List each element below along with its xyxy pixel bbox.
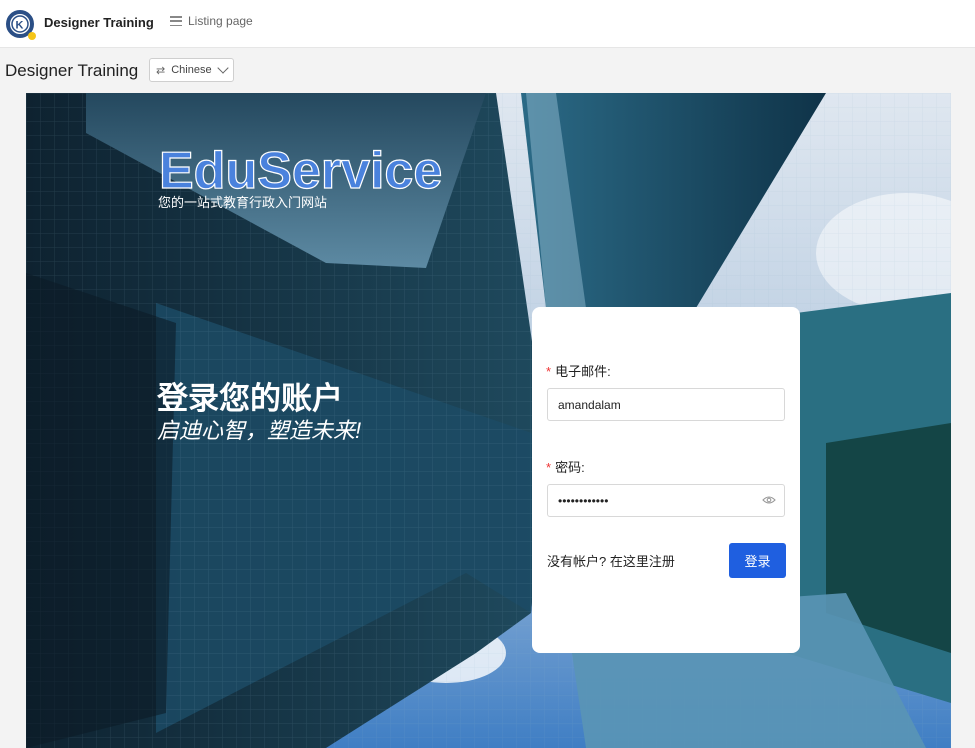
register-link[interactable]: 没有帐户? 在这里注册 [547,551,675,570]
listing-page-label: Listing page [188,14,253,28]
language-value: Chinese [171,64,212,76]
page-title: Designer Training [5,61,139,80]
listing-page-link[interactable]: Listing page [170,14,253,28]
required-marker: * [546,364,552,379]
language-selector[interactable]: ⇄ Chinese [149,58,234,82]
brand-name[interactable]: Designer Training [44,15,154,30]
swap-icon: ⇄ [156,64,166,77]
hero-background: EduService 您的一站式教育行政入门网站 登录您的账户 启迪心智，塑造未… [26,93,951,748]
hero-tagline: 您的一站式教育行政入门网站 [158,195,328,210]
email-field[interactable]: amandalam [547,388,785,421]
login-button[interactable]: 登录 [729,543,786,578]
eye-icon[interactable] [762,495,776,505]
email-value: amandalam [558,397,621,412]
password-value: •••••••••••• [558,493,609,508]
hero-subheading: 启迪心智，塑造未来! [157,418,362,443]
login-card: * 电子邮件: amandalam * 密码: •••••••••••• 没有帐户?… [532,307,800,653]
hero-heading: 登录您的账户 [157,381,343,416]
password-field[interactable]: •••••••••••• [547,484,785,517]
required-marker: * [546,460,552,475]
email-label: * 电子邮件: [546,361,611,380]
password-label: * 密码: [546,457,585,476]
password-label-text: 密码: [555,460,585,475]
email-label-text: 电子邮件: [555,364,611,379]
list-icon [170,16,182,26]
chevron-down-icon [217,62,229,74]
svg-text:K: K [16,20,24,32]
top-navigation-bar: K Designer Training Listing page [0,0,975,48]
app-logo-icon[interactable]: K [5,9,37,41]
